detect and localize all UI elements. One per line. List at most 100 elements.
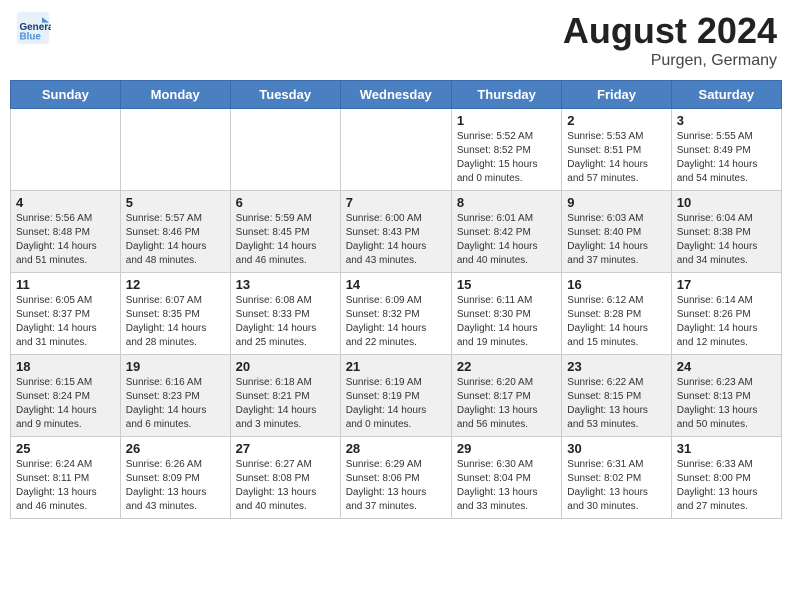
day-info: Sunrise: 6:04 AM Sunset: 8:38 PM Dayligh… [677, 212, 776, 268]
day-info: Sunrise: 6:03 AM Sunset: 8:40 PM Dayligh… [567, 212, 665, 268]
weekday-header: Tuesday [230, 81, 340, 109]
day-info: Sunrise: 6:19 AM Sunset: 8:19 PM Dayligh… [346, 376, 446, 432]
calendar-cell: 16Sunrise: 6:12 AM Sunset: 8:28 PM Dayli… [562, 273, 671, 355]
day-info: Sunrise: 6:09 AM Sunset: 8:32 PM Dayligh… [346, 294, 446, 350]
page-header: General Blue August 2024 Purgen, Germany [10, 10, 782, 70]
day-info: Sunrise: 6:30 AM Sunset: 8:04 PM Dayligh… [457, 458, 556, 514]
calendar-cell: 4 Sunrise: 5:56 AM Sunset: 8:48 PM Daylig… [11, 191, 121, 273]
location: Purgen, Germany [563, 52, 777, 70]
day-number: 14 [346, 277, 446, 292]
day-info: Sunrise: 5:59 AM Sunset: 8:45 PM Dayligh… [236, 212, 335, 268]
calendar-cell: 30 Sunrise: 6:31 AM Sunset: 8:02 PM Dayli… [562, 437, 671, 519]
day-info: Sunrise: 6:15 AM Sunset: 8:24 PM Dayligh… [16, 376, 115, 432]
svg-text:Blue: Blue [20, 32, 42, 43]
day-info: Sunrise: 5:55 AM Sunset: 8:49 PM Dayligh… [677, 130, 776, 186]
day-number: 2 [567, 113, 665, 128]
day-number: 4 [16, 195, 115, 210]
day-info: Sunrise: 6:11 AM Sunset: 8:30 PM Dayligh… [457, 294, 556, 350]
calendar-cell: 8Sunrise: 6:01 AM Sunset: 8:42 PM Daylig… [451, 191, 561, 273]
day-number: 3 [677, 113, 776, 128]
calendar-cell: 19Sunrise: 6:16 AM Sunset: 8:23 PM Dayli… [120, 355, 230, 437]
day-info: Sunrise: 6:26 AM Sunset: 8:09 PM Dayligh… [126, 458, 225, 514]
day-number: 20 [236, 359, 335, 374]
day-info: Sunrise: 6:23 AM Sunset: 8:13 PM Dayligh… [677, 376, 776, 432]
calendar-cell: 20 Sunrise: 6:18 AM Sunset: 8:21 PM Dayli… [230, 355, 340, 437]
calendar-cell: 1Sunrise: 5:52 AM Sunset: 8:52 PM Daylig… [451, 109, 561, 191]
logo: General Blue [15, 10, 55, 46]
calendar-cell: 5 Sunrise: 5:57 AM Sunset: 8:46 PM Daylig… [120, 191, 230, 273]
calendar: SundayMondayTuesdayWednesdayThursdayFrid… [10, 80, 782, 519]
day-info: Sunrise: 6:00 AM Sunset: 8:43 PM Dayligh… [346, 212, 446, 268]
calendar-cell: 6Sunrise: 5:59 AM Sunset: 8:45 PM Daylig… [230, 191, 340, 273]
day-info: Sunrise: 6:16 AM Sunset: 8:23 PM Dayligh… [126, 376, 225, 432]
day-number: 27 [236, 441, 335, 456]
day-number: 23 [567, 359, 665, 374]
day-number: 31 [677, 441, 776, 456]
day-info: Sunrise: 5:57 AM Sunset: 8:46 PM Dayligh… [126, 212, 225, 268]
day-number: 9 [567, 195, 665, 210]
calendar-cell: 9 Sunrise: 6:03 AM Sunset: 8:40 PM Daylig… [562, 191, 671, 273]
day-number: 5 [126, 195, 225, 210]
weekday-header: Wednesday [340, 81, 451, 109]
day-info: Sunrise: 6:20 AM Sunset: 8:17 PM Dayligh… [457, 376, 556, 432]
calendar-cell: 3 Sunrise: 5:55 AM Sunset: 8:49 PM Daylig… [671, 109, 781, 191]
calendar-cell: 14 Sunrise: 6:09 AM Sunset: 8:32 PM Dayli… [340, 273, 451, 355]
weekday-header: Thursday [451, 81, 561, 109]
calendar-cell: 11 Sunrise: 6:05 AM Sunset: 8:37 PM Dayli… [11, 273, 121, 355]
calendar-cell: 15 Sunrise: 6:11 AM Sunset: 8:30 PM Dayli… [451, 273, 561, 355]
calendar-cell: 12Sunrise: 6:07 AM Sunset: 8:35 PM Dayli… [120, 273, 230, 355]
day-info: Sunrise: 6:29 AM Sunset: 8:06 PM Dayligh… [346, 458, 446, 514]
calendar-cell: 26Sunrise: 6:26 AM Sunset: 8:09 PM Dayli… [120, 437, 230, 519]
day-info: Sunrise: 6:27 AM Sunset: 8:08 PM Dayligh… [236, 458, 335, 514]
day-info: Sunrise: 6:33 AM Sunset: 8:00 PM Dayligh… [677, 458, 776, 514]
day-info: Sunrise: 5:56 AM Sunset: 8:48 PM Dayligh… [16, 212, 115, 268]
calendar-week-row: 18 Sunrise: 6:15 AM Sunset: 8:24 PM Dayli… [11, 355, 782, 437]
day-number: 17 [677, 277, 776, 292]
calendar-cell: 22 Sunrise: 6:20 AM Sunset: 8:17 PM Dayli… [451, 355, 561, 437]
day-info: Sunrise: 6:14 AM Sunset: 8:26 PM Dayligh… [677, 294, 776, 350]
weekday-header-row: SundayMondayTuesdayWednesdayThursdayFrid… [11, 81, 782, 109]
calendar-cell: 21Sunrise: 6:19 AM Sunset: 8:19 PM Dayli… [340, 355, 451, 437]
weekday-header: Friday [562, 81, 671, 109]
calendar-week-row: 25 Sunrise: 6:24 AM Sunset: 8:11 PM Dayli… [11, 437, 782, 519]
calendar-cell: 10Sunrise: 6:04 AM Sunset: 8:38 PM Dayli… [671, 191, 781, 273]
calendar-cell [120, 109, 230, 191]
day-info: Sunrise: 5:52 AM Sunset: 8:52 PM Dayligh… [457, 130, 556, 186]
calendar-cell: 18 Sunrise: 6:15 AM Sunset: 8:24 PM Dayli… [11, 355, 121, 437]
calendar-cell: 13Sunrise: 6:08 AM Sunset: 8:33 PM Dayli… [230, 273, 340, 355]
day-number: 22 [457, 359, 556, 374]
day-info: Sunrise: 6:18 AM Sunset: 8:21 PM Dayligh… [236, 376, 335, 432]
calendar-cell: 24 Sunrise: 6:23 AM Sunset: 8:13 PM Dayli… [671, 355, 781, 437]
day-number: 7 [346, 195, 446, 210]
day-number: 11 [16, 277, 115, 292]
calendar-week-row: 4 Sunrise: 5:56 AM Sunset: 8:48 PM Daylig… [11, 191, 782, 273]
day-number: 13 [236, 277, 335, 292]
day-number: 15 [457, 277, 556, 292]
calendar-cell [11, 109, 121, 191]
day-number: 18 [16, 359, 115, 374]
weekday-header: Monday [120, 81, 230, 109]
title-area: August 2024 Purgen, Germany [563, 10, 777, 70]
day-info: Sunrise: 6:05 AM Sunset: 8:37 PM Dayligh… [16, 294, 115, 350]
day-number: 29 [457, 441, 556, 456]
logo-icon: General Blue [15, 10, 51, 46]
calendar-cell: 31 Sunrise: 6:33 AM Sunset: 8:00 PM Dayli… [671, 437, 781, 519]
calendar-cell: 2Sunrise: 5:53 AM Sunset: 8:51 PM Daylig… [562, 109, 671, 191]
day-info: Sunrise: 6:12 AM Sunset: 8:28 PM Dayligh… [567, 294, 665, 350]
weekday-header: Saturday [671, 81, 781, 109]
calendar-cell: 29 Sunrise: 6:30 AM Sunset: 8:04 PM Dayli… [451, 437, 561, 519]
day-info: Sunrise: 6:22 AM Sunset: 8:15 PM Dayligh… [567, 376, 665, 432]
day-number: 25 [16, 441, 115, 456]
day-number: 30 [567, 441, 665, 456]
day-number: 24 [677, 359, 776, 374]
day-number: 28 [346, 441, 446, 456]
day-info: Sunrise: 6:31 AM Sunset: 8:02 PM Dayligh… [567, 458, 665, 514]
calendar-week-row: 11 Sunrise: 6:05 AM Sunset: 8:37 PM Dayli… [11, 273, 782, 355]
calendar-week-row: 1Sunrise: 5:52 AM Sunset: 8:52 PM Daylig… [11, 109, 782, 191]
calendar-cell: 25 Sunrise: 6:24 AM Sunset: 8:11 PM Dayli… [11, 437, 121, 519]
calendar-cell: 27 Sunrise: 6:27 AM Sunset: 8:08 PM Dayli… [230, 437, 340, 519]
calendar-cell: 7 Sunrise: 6:00 AM Sunset: 8:43 PM Daylig… [340, 191, 451, 273]
calendar-cell: 28 Sunrise: 6:29 AM Sunset: 8:06 PM Dayli… [340, 437, 451, 519]
day-info: Sunrise: 6:24 AM Sunset: 8:11 PM Dayligh… [16, 458, 115, 514]
month-title: August 2024 [563, 10, 777, 52]
